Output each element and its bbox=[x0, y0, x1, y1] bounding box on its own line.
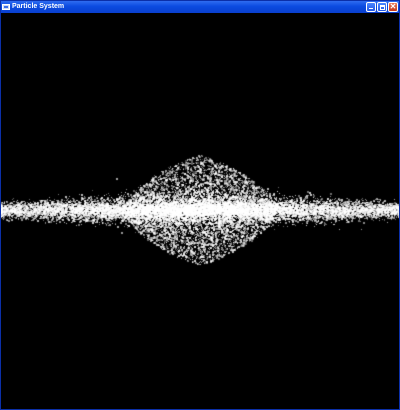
render-viewport[interactable] bbox=[1, 13, 399, 409]
close-button[interactable]: ✕ bbox=[388, 2, 398, 12]
maximize-icon bbox=[380, 5, 385, 10]
close-icon: ✕ bbox=[389, 2, 397, 11]
app-window-icon[interactable] bbox=[2, 4, 10, 10]
title-bar[interactable]: Particle System ✕ bbox=[1, 1, 399, 13]
particle-system-window: Particle System ✕ bbox=[0, 0, 400, 410]
particle-canvas[interactable] bbox=[1, 13, 399, 409]
minimize-icon bbox=[369, 8, 373, 9]
minimize-button[interactable] bbox=[366, 2, 376, 12]
maximize-button[interactable] bbox=[377, 2, 387, 12]
caption-buttons: ✕ bbox=[366, 2, 398, 12]
window-title: Particle System bbox=[12, 3, 65, 10]
